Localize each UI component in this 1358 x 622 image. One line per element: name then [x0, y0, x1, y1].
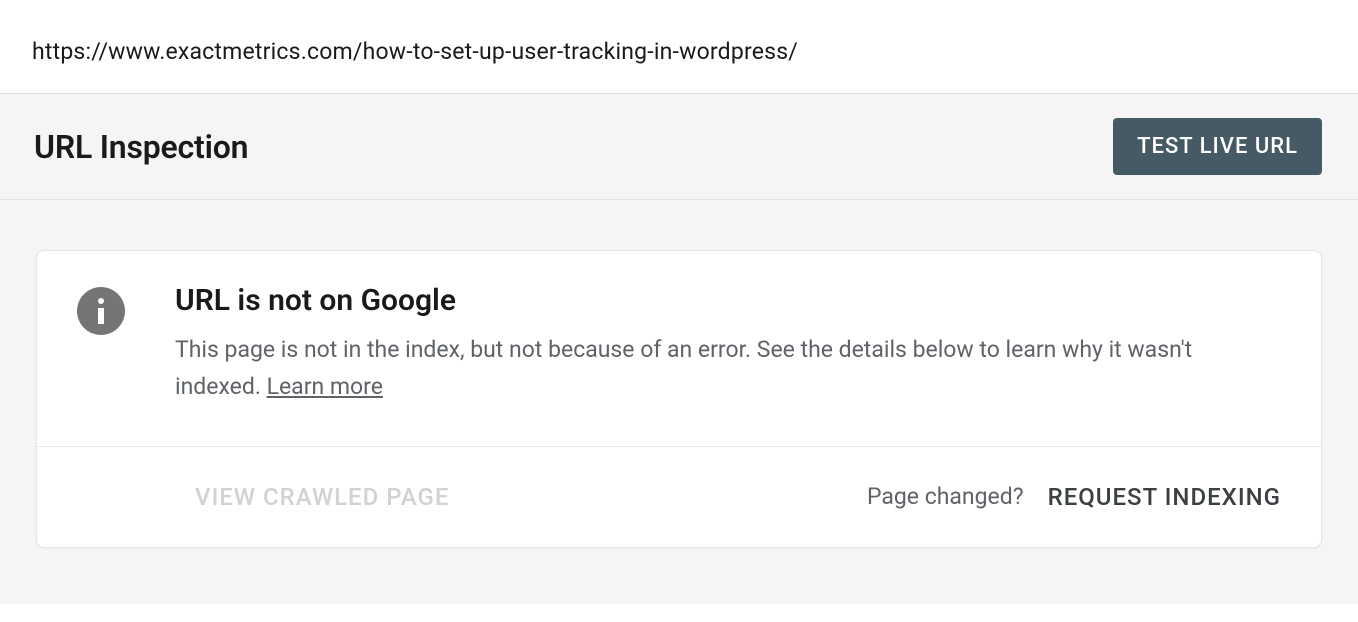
inspected-url[interactable]: https://www.exactmetrics.com/how-to-set-…	[32, 38, 1326, 65]
status-card: URL is not on Google This page is not in…	[36, 250, 1322, 548]
request-indexing-button[interactable]: REQUEST INDEXING	[1048, 483, 1281, 511]
card-actions: VIEW CRAWLED PAGE Page changed? REQUEST …	[37, 447, 1321, 547]
url-bar: https://www.exactmetrics.com/how-to-set-…	[0, 0, 1358, 94]
toolbar: URL Inspection TEST LIVE URL	[0, 94, 1358, 200]
card-description: This page is not in the index, but not b…	[175, 332, 1281, 406]
page-title: URL Inspection	[34, 128, 248, 166]
right-actions: Page changed? REQUEST INDEXING	[867, 483, 1281, 511]
learn-more-link[interactable]: Learn more	[267, 373, 383, 400]
view-crawled-page-button: VIEW CRAWLED PAGE	[195, 483, 449, 511]
main-area: URL Inspection TEST LIVE URL URL is not …	[0, 94, 1358, 604]
page-changed-label: Page changed?	[867, 483, 1024, 510]
card-message: URL is not on Google This page is not in…	[175, 283, 1281, 406]
info-icon	[77, 287, 125, 335]
info-glyph-icon	[96, 298, 106, 324]
card-title: URL is not on Google	[175, 283, 1281, 318]
test-live-url-button[interactable]: TEST LIVE URL	[1113, 118, 1322, 175]
card-top: URL is not on Google This page is not in…	[37, 251, 1321, 447]
content: URL is not on Google This page is not in…	[0, 200, 1358, 568]
